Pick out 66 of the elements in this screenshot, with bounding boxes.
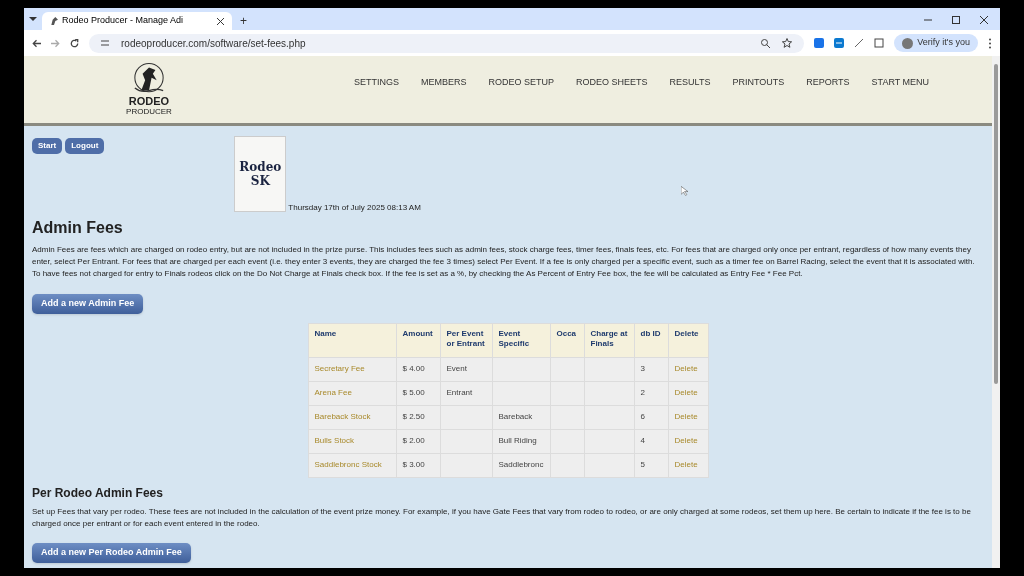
column-header: Delete xyxy=(674,328,699,338)
zoom-icon[interactable] xyxy=(761,38,771,48)
table-cell: $ 4.00 xyxy=(402,364,425,374)
logo-subtext: PRODUCER xyxy=(126,107,172,116)
column-header: Event Specific xyxy=(498,328,530,348)
table-cell: 4 xyxy=(640,436,645,446)
address-bar[interactable]: rodeoproducer.com/software/set-fees.php xyxy=(89,33,805,53)
tab-title: Rodeo Producer - Manage Adi xyxy=(62,14,185,28)
fee-name-link[interactable]: Arena Fee xyxy=(314,388,352,398)
date-text: Thursday 17th of July 2025 08:13 AM xyxy=(288,202,421,214)
description-paragraph: Set up Fees that vary per rodeo. These fees are not included in the calculation of the event prize money. For example, if you have Gate Fees that vary from rodeo to rodeo, or are only charged at some rodeos, set them up here. Be certain to indicate if the fee is to be charged once per entrant or for each event entered in the rodeo. xyxy=(32,505,972,530)
table-cell: 6 xyxy=(640,412,645,422)
column-header: Name xyxy=(314,328,337,338)
star-icon[interactable] xyxy=(782,38,793,48)
table-cell: 5 xyxy=(640,460,645,470)
table-cell: Event xyxy=(446,364,467,374)
table-cell: Entrant xyxy=(446,388,473,398)
session-button[interactable]: Logout xyxy=(65,138,105,154)
section-heading: Admin Fees xyxy=(32,218,124,238)
puzzle-icon[interactable] xyxy=(874,38,885,48)
nav-link[interactable]: RODEO SHEETS xyxy=(576,76,648,90)
nav-link[interactable]: PRINTOUTS xyxy=(732,76,785,90)
add-per-rodeo-fee-button[interactable]: Add a new Per Rodeo Admin Fee xyxy=(32,542,191,563)
table-cell: 3 xyxy=(640,364,645,374)
table-cell: 2 xyxy=(640,388,645,398)
fee-name-link[interactable]: Bulls Stock xyxy=(314,436,355,446)
url-text: rodeoproducer.com/software/set-fees.php xyxy=(121,36,307,51)
column-header: Charge at Finals xyxy=(590,328,628,348)
reload-icon[interactable] xyxy=(70,38,79,48)
description-paragraph: Admin Fees are fees which are charged on rodeo entry, but are not included in the prize purse. This includes fees such as admin fees, stock charge fees, timer fees, finals fees, etc. For fees that are charged only once per entrant, regardless of how many events they enter, select Per Entrant. For fees that are charged per each event (i.e. they enter 3 events, they are charged the fee 3 times) select Per Event. If a fee is only charged per a specific event, such as a timer fee on Barrel Racing, select the event that it is associated with. To have fees not charged for entry to Finals rodeos click on the Do Not Charge at Finals check box. If the fee is set as a %, by checking the As Percent of Entry Fee box, the fee will be calculated as Entry Fee * Fee Pct. xyxy=(32,244,976,280)
close-tab-icon[interactable] xyxy=(217,17,224,25)
mouse-cursor-icon xyxy=(680,186,688,196)
column-header: db ID xyxy=(640,328,661,338)
nav-link[interactable]: REPORTS xyxy=(806,76,850,90)
avatar-icon xyxy=(902,37,914,49)
table-cell: Saddlebronc xyxy=(498,460,544,470)
add-admin-fee-button[interactable]: Add a new Admin Fee xyxy=(32,293,144,314)
logo-text: RODEO xyxy=(128,96,170,107)
maximize-icon[interactable] xyxy=(952,16,960,24)
nav-link[interactable]: MEMBERS xyxy=(421,76,467,90)
table-cell: $ 3.00 xyxy=(402,460,425,470)
scrollbar[interactable] xyxy=(992,56,1000,568)
table-cell: $ 2.50 xyxy=(402,412,425,422)
column-header: Amount xyxy=(402,328,433,338)
nav-link[interactable]: SETTINGS xyxy=(354,76,399,90)
rodeo-logo-text: Rodeo xyxy=(239,160,282,174)
table-cell: $ 2.00 xyxy=(402,436,425,446)
nav-link[interactable]: RODEO SETUP xyxy=(488,76,555,90)
minimize-icon[interactable] xyxy=(924,16,932,24)
section-heading: Per Rodeo Admin Fees xyxy=(32,484,164,502)
nav-link[interactable]: START MENU xyxy=(871,76,930,90)
tab-list-caret-icon[interactable] xyxy=(28,14,38,24)
close-icon[interactable] xyxy=(980,16,988,24)
back-arrow-icon[interactable] xyxy=(32,38,41,48)
profile-button[interactable]: Verify it's you xyxy=(894,34,978,52)
table-cell: $ 5.00 xyxy=(402,388,425,398)
browser-tab[interactable]: Rodeo Producer - Manage Adi xyxy=(42,12,232,30)
table-cell: Bull Riding xyxy=(498,436,537,446)
rodeo-logo-text: SK xyxy=(250,174,270,188)
table-cell: Bareback xyxy=(498,412,533,422)
session-button[interactable]: Start xyxy=(32,138,63,154)
menu-icon[interactable] xyxy=(988,37,992,49)
column-header: Per Event or Entrant xyxy=(446,328,485,348)
column-header: Occa xyxy=(556,328,577,338)
new-tab-button[interactable]: + xyxy=(236,12,251,30)
nav-link[interactable]: RESULTS xyxy=(669,76,711,90)
